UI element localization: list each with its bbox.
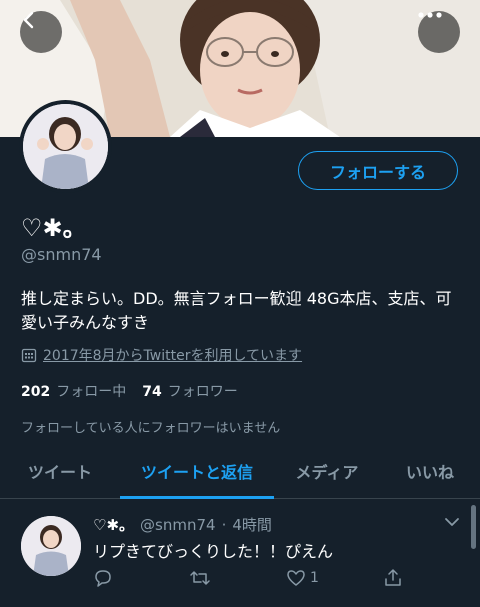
more-options-button[interactable] <box>418 11 460 53</box>
tab-tweets-and-replies[interactable]: ツイートと返信 <box>120 444 274 499</box>
tweet-avatar[interactable] <box>21 516 81 576</box>
reply-button[interactable] <box>93 568 113 588</box>
followers-label: フォロワー <box>167 384 238 400</box>
follow-button[interactable]: フォローする <box>298 151 458 190</box>
tab-likes[interactable]: いいね <box>380 444 480 498</box>
following-link[interactable]: 202 フォロー中 <box>21 381 126 401</box>
avatar-photo <box>23 104 108 189</box>
reply-icon <box>95 570 111 587</box>
chevron-left-icon <box>23 11 34 29</box>
heart-icon <box>287 570 305 586</box>
chevron-down-icon <box>445 518 459 526</box>
tweet-time[interactable]: 4時間 <box>232 514 272 535</box>
tweet-separator: · <box>221 516 227 534</box>
like-count: 1 <box>310 570 319 586</box>
joined-text: 2017年8月からTwitterを利用しています <box>43 348 303 364</box>
profile-avatar[interactable] <box>19 100 112 193</box>
tab-tweets[interactable]: ツイート <box>0 444 120 498</box>
tab-media[interactable]: メディア <box>274 444 380 498</box>
ellipsis-icon <box>418 12 442 18</box>
profile-tabs: ツイート ツイートと返信 メディア いいね <box>0 444 480 499</box>
display-name: ♡✱。 <box>21 214 87 242</box>
profile-bio: 推し定まらい。DD。無言フォロー歓迎 48G本店、支店、可愛い子みんなすき <box>21 289 452 332</box>
share-icon <box>385 569 401 586</box>
scrollbar[interactable] <box>471 505 476 549</box>
back-button[interactable] <box>20 11 62 53</box>
tweet-author-handle: @snmn74 <box>140 516 216 534</box>
avatar-photo <box>21 516 81 576</box>
tweet-author-name[interactable]: ♡✱。 <box>93 514 134 535</box>
joined-date: 2017年8月からTwitterを利用しています <box>21 345 302 365</box>
tweet-header: ♡✱。 @snmn74 · 4時間 <box>93 514 272 535</box>
retweet-button[interactable] <box>189 568 211 588</box>
following-count: 202 <box>21 384 51 400</box>
retweet-icon <box>190 571 210 585</box>
following-label: フォロー中 <box>56 384 127 400</box>
profile-handle: @snmn74 <box>21 245 102 264</box>
tweet-item[interactable]: ♡✱。 @snmn74 · 4時間 リプきてびっくりした！！ぴえん 1 <box>0 500 480 607</box>
mutual-followers-note: フォローしている人にフォロワーはいません <box>21 421 281 436</box>
followers-link[interactable]: 74 フォロワー <box>142 381 237 401</box>
followers-count: 74 <box>142 384 162 400</box>
calendar-icon <box>21 348 37 363</box>
tweet-text: リプきてびっくりした！！ぴえん <box>93 542 334 561</box>
share-button[interactable] <box>383 568 403 588</box>
like-button[interactable]: 1 <box>286 568 319 588</box>
tweet-menu-button[interactable] <box>444 514 460 534</box>
tweet-actions: 1 <box>93 568 423 590</box>
follow-stats: 202 フォロー中 74 フォロワー <box>21 381 238 401</box>
